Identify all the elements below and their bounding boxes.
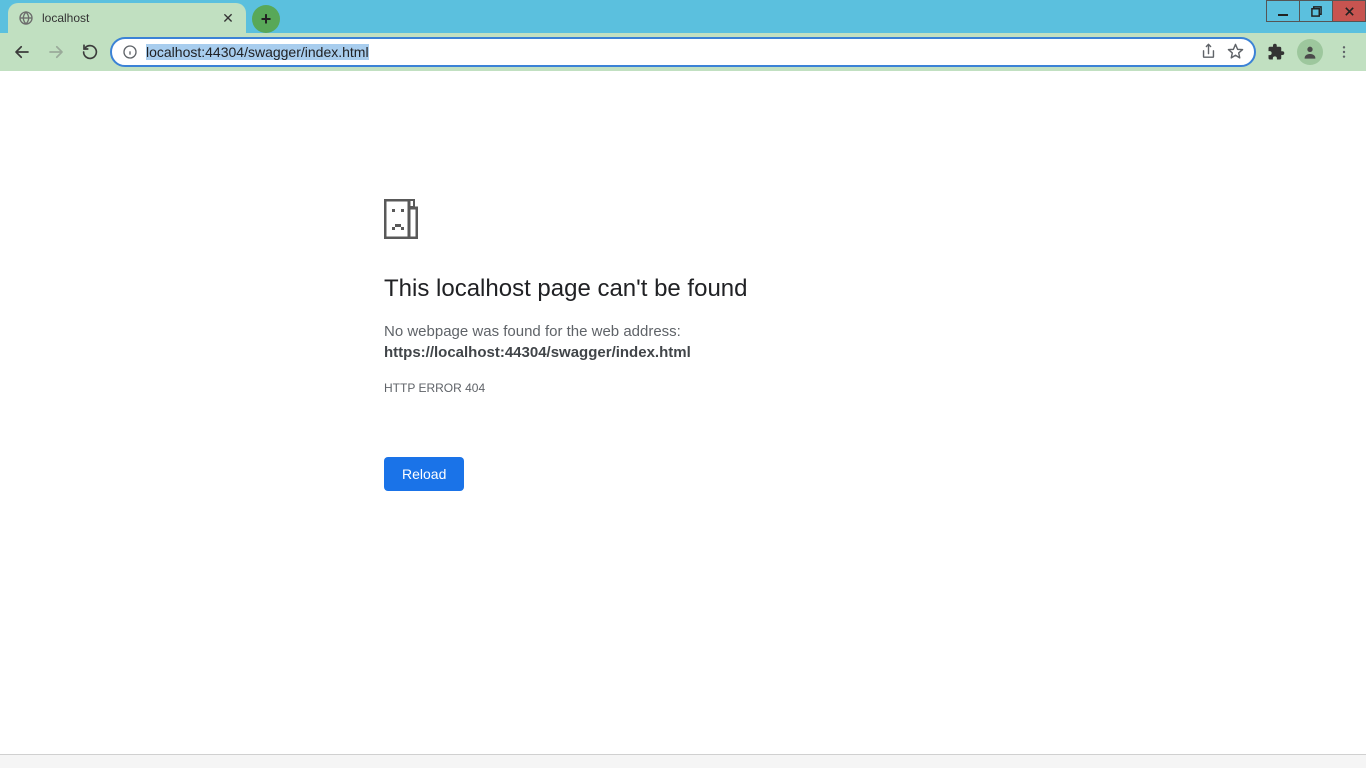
back-button[interactable] xyxy=(8,38,36,66)
browser-toolbar: localhost:44304/swagger/index.html xyxy=(0,33,1366,71)
forward-button[interactable] xyxy=(42,38,70,66)
kebab-menu-button[interactable] xyxy=(1330,38,1358,66)
window-maximize-button[interactable] xyxy=(1299,0,1333,22)
sad-file-icon xyxy=(384,199,418,239)
new-tab-button[interactable]: + xyxy=(252,5,280,33)
profile-button[interactable] xyxy=(1296,38,1324,66)
tab-title: localhost xyxy=(42,11,212,25)
window-minimize-button[interactable] xyxy=(1266,0,1300,22)
tab-close-icon[interactable]: ✕ xyxy=(220,10,236,26)
url-text[interactable]: localhost:44304/swagger/index.html xyxy=(146,44,1192,60)
reload-page-button[interactable]: Reload xyxy=(384,457,464,491)
plus-icon: + xyxy=(261,9,272,30)
extensions-button[interactable] xyxy=(1262,38,1290,66)
tab-strip: localhost ✕ + xyxy=(0,0,280,33)
browser-tab[interactable]: localhost ✕ xyxy=(8,3,246,33)
omnibox-actions xyxy=(1200,43,1244,60)
error-message: No webpage was found for the web address… xyxy=(384,323,984,340)
page-content: This localhost page can't be found No we… xyxy=(0,71,1366,754)
profile-avatar-icon xyxy=(1297,39,1323,65)
error-page: This localhost page can't be found No we… xyxy=(384,199,984,491)
share-icon[interactable] xyxy=(1200,43,1217,60)
site-info-icon[interactable] xyxy=(122,44,138,60)
error-code: HTTP ERROR 404 xyxy=(384,381,984,395)
error-title: This localhost page can't be found xyxy=(384,275,984,303)
taskbar-edge xyxy=(0,754,1366,768)
bookmark-star-icon[interactable] xyxy=(1227,43,1244,60)
window-titlebar: localhost ✕ + xyxy=(0,0,1366,33)
window-close-button[interactable] xyxy=(1332,0,1366,22)
globe-icon xyxy=(18,10,34,26)
address-bar[interactable]: localhost:44304/swagger/index.html xyxy=(110,37,1256,67)
window-controls xyxy=(1267,0,1366,22)
reload-button[interactable] xyxy=(76,38,104,66)
error-url: https://localhost:44304/swagger/index.ht… xyxy=(384,344,984,361)
